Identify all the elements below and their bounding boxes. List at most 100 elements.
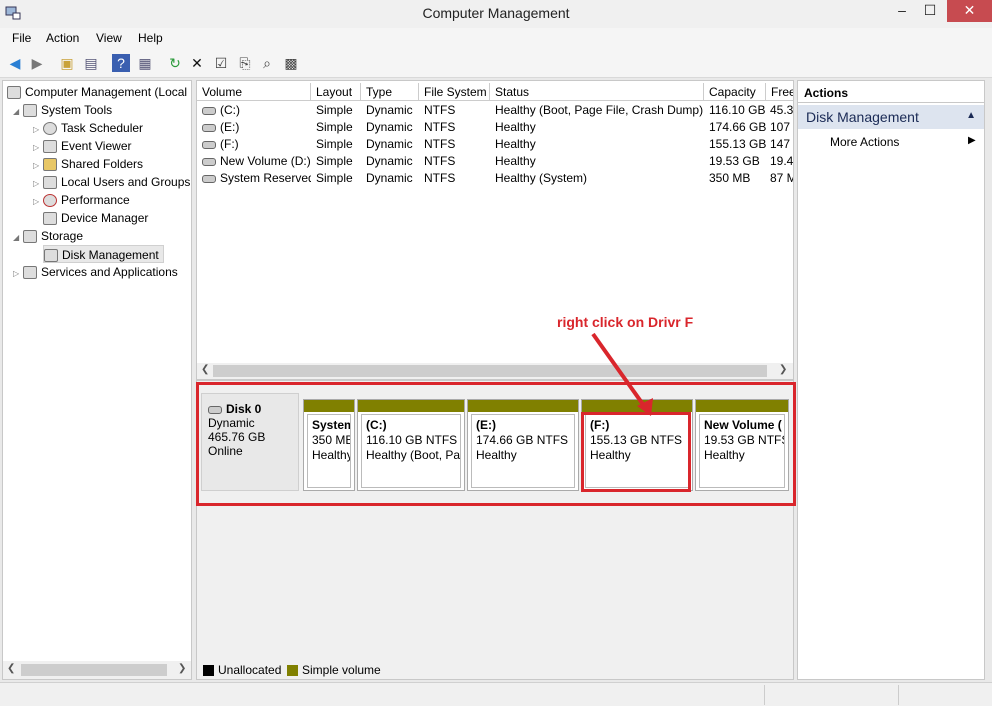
settings-icon[interactable]: ▩ [282, 54, 300, 72]
collapse-up-icon[interactable]: ▲ [966, 110, 976, 121]
tree-item-local-users[interactable]: ▷ Local Users and Groups [33, 173, 190, 191]
event-viewer-icon [43, 140, 57, 154]
shared-folder-icon [43, 158, 57, 172]
table-horizontal-scrollbar[interactable]: ❮ ❯ [197, 363, 793, 379]
tree-item-event-viewer[interactable]: ▷ Event Viewer [33, 137, 131, 155]
scroll-right-icon[interactable]: ❯ [779, 364, 787, 375]
cell-type: Dynamic [366, 171, 413, 185]
table-row[interactable]: (C:) Simple Dynamic NTFS Healthy (Boot, … [197, 102, 794, 119]
column-header-volume[interactable]: Volume [197, 83, 311, 101]
column-header-file-system[interactable]: File System [419, 83, 490, 101]
table-row[interactable]: (E:) Simple Dynamic NTFS Healthy 174.66 … [197, 119, 793, 136]
column-header-layout[interactable]: Layout [311, 83, 361, 101]
legend-label: Unallocated [218, 663, 282, 677]
collapsed-arrow-icon[interactable]: ▷ [33, 193, 43, 211]
cell-file-system: NTFS [424, 137, 456, 151]
performance-icon [43, 194, 57, 208]
tree-item-shared-folders[interactable]: ▷ Shared Folders [33, 155, 143, 173]
cell-free: 107 [770, 120, 791, 134]
tree-item-system-tools[interactable]: ◢ System Tools [13, 101, 112, 119]
computer-icon [7, 86, 21, 100]
open-folder-icon[interactable]: ⎘ [236, 54, 254, 72]
toolbar: ◀ ▶ ▣ ▤ ? ▦ ↻ ✕ ☑ ⎘ ⌕ ▩ [0, 50, 992, 78]
cell-type: Dynamic [366, 103, 413, 117]
action-pane-icon[interactable]: ▦ [136, 54, 154, 72]
tree-item-disk-management[interactable]: Disk Management [43, 245, 164, 263]
collapsed-arrow-icon[interactable]: ▷ [13, 265, 23, 283]
expanded-arrow-icon[interactable]: ◢ [13, 103, 23, 121]
tree-item-root[interactable]: Computer Management (Local [7, 83, 187, 101]
tree-item-performance[interactable]: ▷ Performance [33, 191, 130, 209]
actions-section-disk-management[interactable]: Disk Management ▲ [798, 105, 984, 129]
back-icon[interactable]: ◀ [6, 54, 24, 72]
tree-item-storage[interactable]: ◢ Storage [13, 227, 83, 245]
cell-free: 45.3 [770, 103, 794, 117]
cell-file-system: NTFS [424, 120, 456, 134]
column-header-free[interactable]: Free [766, 83, 793, 101]
tree-item-device-manager[interactable]: Device Manager [43, 209, 148, 227]
more-actions-label: More Actions [830, 135, 900, 149]
cell-type: Dynamic [366, 137, 413, 151]
table-row[interactable]: New Volume (D:) Simple Dynamic NTFS Heal… [197, 153, 793, 170]
tree-horizontal-scrollbar[interactable]: ❮ ❯ [3, 661, 191, 679]
actions-section-label: Disk Management [806, 109, 919, 125]
scroll-right-icon[interactable]: ❯ [178, 663, 186, 674]
cell-volume: New Volume (D:) [197, 153, 311, 170]
table-row[interactable]: System Reserved Simple Dynamic NTFS Heal… [197, 170, 793, 187]
scroll-thumb[interactable] [213, 365, 767, 377]
scroll-thumb[interactable] [21, 664, 167, 676]
cell-capacity: 116.10 GB [709, 103, 766, 117]
show-hide-tree-icon[interactable]: ▤ [82, 54, 100, 72]
cell-layout: Simple [316, 120, 353, 134]
tree-label: Performance [61, 193, 130, 207]
cell-free: 87 M [770, 171, 793, 185]
scroll-left-icon[interactable]: ❮ [7, 663, 15, 674]
refresh-icon[interactable]: ↻ [166, 54, 184, 72]
tree-item-task-scheduler[interactable]: ▷ Task Scheduler [33, 119, 143, 137]
minimize-button[interactable]: ‒ [887, 0, 917, 22]
menu-file[interactable]: File [12, 31, 31, 45]
cell-capacity: 155.13 GB [709, 137, 766, 151]
forward-icon[interactable]: ▶ [28, 54, 46, 72]
legend-unallocated: Unallocated [203, 663, 281, 677]
cell-capacity: 19.53 GB [709, 154, 760, 168]
annotation-arrow [591, 332, 653, 416]
annotation-label: right click on Drivr F [557, 314, 694, 330]
scroll-left-icon[interactable]: ❮ [201, 364, 209, 375]
expanded-arrow-icon[interactable]: ◢ [13, 229, 23, 247]
cell-file-system: NTFS [424, 154, 456, 168]
tree-label: Disk Management [62, 248, 159, 262]
tree-label: Event Viewer [61, 139, 132, 153]
submenu-arrow-icon[interactable]: ▶ [968, 135, 976, 146]
properties-icon[interactable]: ☑ [212, 54, 230, 72]
menu-help[interactable]: Help [138, 31, 163, 45]
services-icon [23, 266, 37, 280]
users-icon [43, 176, 57, 190]
storage-icon [23, 230, 37, 244]
tree-item-services[interactable]: ▷ Services and Applications [13, 263, 178, 281]
search-icon[interactable]: ⌕ [258, 54, 276, 72]
title-bar: Computer Management ‒ ☐ ✕ [0, 0, 992, 28]
more-actions[interactable]: More Actions [830, 135, 899, 149]
up-folder-icon[interactable]: ▣ [58, 54, 76, 72]
actions-pane: Actions Disk Management ▲ More Actions ▶ [797, 80, 985, 680]
tree-label: Shared Folders [61, 157, 144, 171]
cell-layout: Simple [316, 103, 353, 117]
volume-icon [202, 174, 216, 183]
status-bar [0, 682, 992, 706]
table-row[interactable]: (F:) Simple Dynamic NTFS Healthy 155.13 … [197, 136, 793, 153]
close-button[interactable]: ✕ [947, 0, 992, 22]
column-header-capacity[interactable]: Capacity [704, 83, 766, 101]
cell-type: Dynamic [366, 120, 413, 134]
maximize-button[interactable]: ☐ [915, 0, 945, 22]
menu-action[interactable]: Action [46, 31, 79, 45]
menu-view[interactable]: View [96, 31, 122, 45]
cell-volume-text: (E:) [220, 120, 240, 134]
tree-label: Storage [41, 229, 84, 243]
tree-label: Computer Management (Local [25, 85, 188, 99]
column-header-type[interactable]: Type [361, 83, 419, 101]
legend-label: Simple volume [302, 663, 381, 677]
help-icon[interactable]: ? [112, 54, 130, 72]
delete-icon[interactable]: ✕ [188, 54, 206, 72]
column-header-status[interactable]: Status [490, 83, 704, 101]
